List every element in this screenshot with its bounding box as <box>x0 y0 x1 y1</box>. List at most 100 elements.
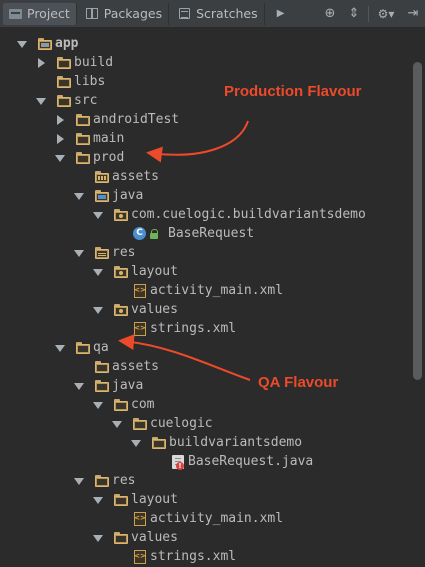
tree-node[interactable]: activity_main.xml <box>0 282 405 301</box>
expanded-arrow-icon[interactable] <box>112 419 122 429</box>
expanded-arrow-icon[interactable] <box>131 438 141 448</box>
package-folder-icon <box>114 303 129 317</box>
folder-icon <box>114 531 129 545</box>
expanded-arrow-icon[interactable] <box>74 381 84 391</box>
tree-node-label: libs <box>74 74 106 89</box>
tree-node[interactable]: ! BaseRequest.java <box>0 453 405 472</box>
tree-node-label: values <box>131 302 178 317</box>
expanded-arrow-icon[interactable] <box>93 267 103 277</box>
source-folder-icon <box>95 189 110 203</box>
tool-window-header: Project Packages Scratches ▶ ⊕ ⇕ ⚙▾ ⇥ <box>0 0 425 28</box>
tree-node[interactable]: prod <box>0 149 405 168</box>
folder-icon <box>57 94 72 108</box>
more-tabs-icon[interactable]: ▶ <box>271 4 291 24</box>
tree-node-label: BaseRequest <box>168 226 255 241</box>
tree-node[interactable]: androidTest <box>0 111 405 130</box>
tree-node[interactable]: buildvariantsdemo <box>0 434 405 453</box>
xml-file-icon <box>133 284 146 298</box>
tree-node[interactable]: BaseRequest <box>0 225 405 244</box>
tab-scratches-label: Scratches <box>196 6 258 21</box>
tree-node[interactable]: com.cuelogic.buildvariantsdemo <box>0 206 405 225</box>
expanded-arrow-icon[interactable] <box>36 96 46 106</box>
tree-node[interactable]: activity_main.xml <box>0 510 405 529</box>
tree-node-label: assets <box>112 169 159 184</box>
toolbar-actions: ⊕ ⇕ ⚙▾ ⇥ <box>320 0 423 27</box>
tab-packages-label: Packages <box>103 6 163 21</box>
lock-icon <box>150 229 159 239</box>
tree-node[interactable]: layout <box>0 491 405 510</box>
xml-file-icon <box>133 550 146 564</box>
tree-node-label: layout <box>131 492 178 507</box>
module-folder-icon <box>38 37 53 51</box>
tree-node[interactable]: values <box>0 301 405 320</box>
expanded-arrow-icon[interactable] <box>55 343 65 353</box>
tree-node[interactable]: res <box>0 244 405 263</box>
tree-node[interactable]: qa <box>0 339 405 358</box>
folder-icon <box>114 493 129 507</box>
package-folder-icon <box>114 265 129 279</box>
tree-node-label: activity_main.xml <box>150 283 284 298</box>
expanded-arrow-icon[interactable] <box>17 39 27 49</box>
tree-node[interactable]: strings.xml <box>0 548 405 567</box>
tree-node-label: com <box>131 397 155 412</box>
folder-icon <box>76 341 91 355</box>
tree-node[interactable]: values <box>0 529 405 548</box>
tree-node[interactable]: main <box>0 130 405 149</box>
tree-node-label: prod <box>93 150 125 165</box>
expanded-arrow-icon[interactable] <box>74 476 84 486</box>
tree-node-label: main <box>93 131 125 146</box>
tree-node[interactable]: java <box>0 187 405 206</box>
tree-node[interactable]: build <box>0 54 405 73</box>
collapsed-arrow-icon[interactable] <box>55 115 65 125</box>
tree-node-label: strings.xml <box>150 549 237 564</box>
resources-folder-icon <box>95 246 110 260</box>
expanded-arrow-icon[interactable] <box>74 248 84 258</box>
vertical-scrollbar[interactable] <box>410 28 425 560</box>
scroll-from-source-icon[interactable]: ⊕ <box>320 4 340 24</box>
tree-node[interactable]: com <box>0 396 405 415</box>
toolbar-divider <box>368 5 369 22</box>
folder-icon <box>76 113 91 127</box>
tab-project[interactable]: Project <box>3 2 77 25</box>
tab-packages[interactable]: Packages <box>80 2 170 25</box>
expanded-arrow-icon[interactable] <box>93 400 103 410</box>
expanded-arrow-icon[interactable] <box>93 210 103 220</box>
expanded-arrow-icon[interactable] <box>93 305 103 315</box>
gear-icon[interactable]: ⚙▾ <box>373 4 399 24</box>
tree-node-label: layout <box>131 264 178 279</box>
tree-node-label: java <box>112 378 144 393</box>
folder-icon <box>114 398 129 412</box>
tree-node[interactable]: assets <box>0 358 405 377</box>
scratches-icon <box>178 7 191 20</box>
tree-node-label: res <box>112 245 136 260</box>
tree-node[interactable]: cuelogic <box>0 415 405 434</box>
tree-node-label: BaseRequest.java <box>188 454 314 469</box>
tree-node-label: cuelogic <box>150 416 213 431</box>
tree-node[interactable]: res <box>0 472 405 491</box>
expanded-arrow-icon[interactable] <box>93 495 103 505</box>
tree-node[interactable]: app <box>0 35 405 54</box>
package-folder-icon <box>114 208 129 222</box>
expanded-arrow-icon[interactable] <box>93 533 103 543</box>
folder-icon <box>57 75 72 89</box>
collapsed-arrow-icon[interactable] <box>55 134 65 144</box>
tree-node[interactable]: assets <box>0 168 405 187</box>
tree-node[interactable]: java <box>0 377 405 396</box>
tree-node[interactable]: layout <box>0 263 405 282</box>
expanded-arrow-icon[interactable] <box>74 191 84 201</box>
tab-scratches[interactable]: Scratches <box>172 2 265 25</box>
tree-node-label: build <box>74 55 114 70</box>
folder-icon <box>152 436 167 450</box>
tree-node[interactable]: strings.xml <box>0 320 405 339</box>
hide-panel-icon[interactable]: ⇥ <box>403 4 423 24</box>
scrollbar-thumb[interactable] <box>413 62 422 380</box>
collapsed-arrow-icon[interactable] <box>36 58 46 68</box>
expanded-arrow-icon[interactable] <box>55 153 65 163</box>
collapse-all-icon[interactable]: ⇕ <box>344 4 364 24</box>
tree-node-label: src <box>74 93 98 108</box>
folder-icon <box>95 379 110 393</box>
production-flavour-annotation: Production Flavour <box>224 83 362 100</box>
folder-icon <box>57 56 72 70</box>
packages-icon <box>85 7 99 20</box>
tree-node-label: activity_main.xml <box>150 511 284 526</box>
